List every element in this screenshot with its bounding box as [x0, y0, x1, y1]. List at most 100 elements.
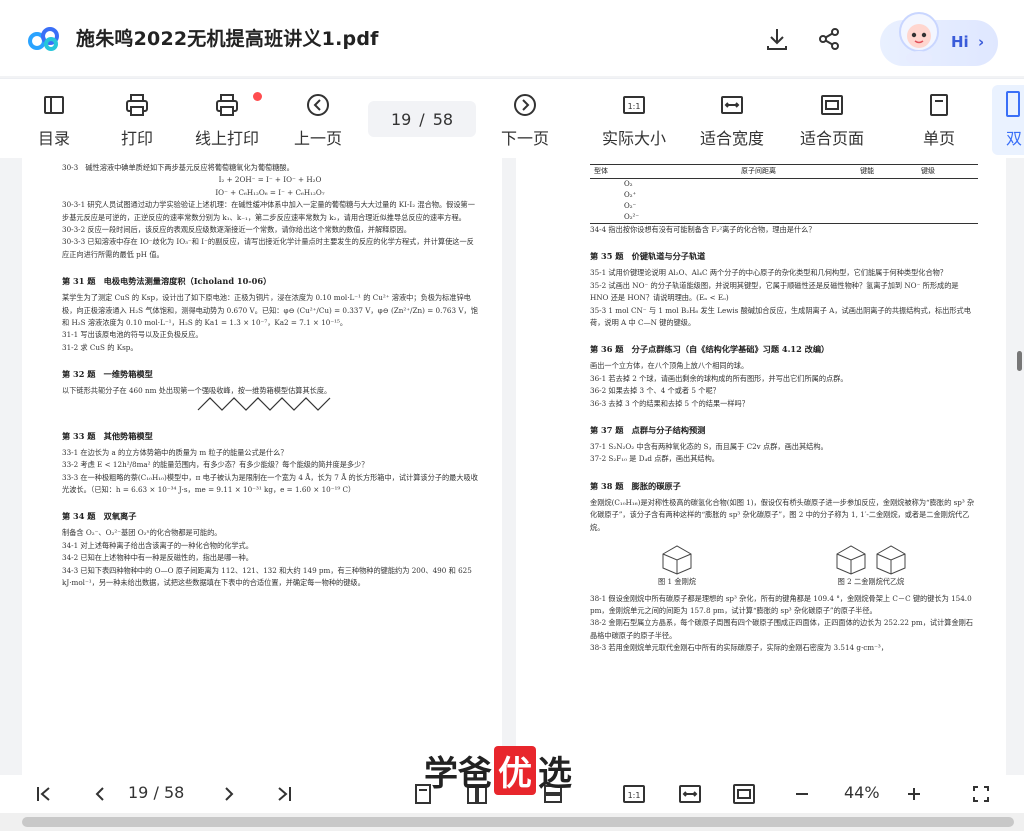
svg-text:1:1: 1:1	[628, 102, 641, 111]
right-paragraph: 38-3 若用金刚烷单元取代金刚石中所有的实际碳原子，实际的金刚石密度为 3.5…	[590, 643, 888, 653]
right-paragraph: 38-2 金刚石型属立方晶系，每个碳原子周围有四个碳原子围成正四面体，正四面体的…	[590, 618, 974, 640]
watermark-text-2: 选	[538, 753, 572, 794]
bond-table-cell-empty	[856, 201, 917, 212]
right-figure-caption: 图 1 金刚烷	[658, 577, 696, 587]
left-paragraph: 33-3 在一种极粗略的萘(C₁₀H₁₀)模型中，π 电子被认为是限制在一个宽为…	[62, 472, 478, 494]
bond-table-cell: O₂⁺	[624, 191, 637, 199]
bond-table-cell: O₂²⁻	[624, 213, 640, 221]
prev-page-small-button[interactable]	[86, 781, 114, 807]
share-button[interactable]	[814, 24, 844, 54]
bond-table-cell-empty	[856, 212, 917, 224]
bond-table-cell-empty	[856, 190, 917, 201]
right-page-content: 型体 原子间距离 键能 键级 O₂ O₂⁺ O₂⁻ O₂²⁻ 34-4 指出按你设想有没有可能制…	[516, 158, 1006, 655]
bond-table-row: O₂	[590, 179, 978, 191]
bond-table-header: 原子间距离	[740, 167, 776, 175]
print-label: 打印	[121, 129, 154, 148]
fit-width-small-button[interactable]	[676, 781, 704, 807]
prev-page-label: 上一页	[294, 129, 343, 148]
svg-text:1:1: 1:1	[628, 791, 641, 800]
bottom-current-page: 19	[128, 783, 149, 802]
toolbar: 目录 打印 线上打印 上一页 19 / 58 下一页 1:1 实际大小 适合宽度…	[0, 78, 1024, 158]
bottom-page-indicator[interactable]: 19 / 58	[128, 783, 184, 802]
diadamantane-structure-icon	[836, 545, 906, 575]
minus-icon	[796, 793, 808, 795]
next-page-button[interactable]: 下一页	[501, 91, 549, 151]
horizontal-scrollbar-thumb[interactable]	[22, 817, 1014, 827]
double-page-icon	[1006, 91, 1020, 117]
assistant-avatar	[899, 12, 939, 65]
document-viewer[interactable]: 30-3 碱性溶液中碘单质经如下两步基元反应将葡萄糖氧化为葡萄糖酸。 I₂ + 2…	[0, 158, 1024, 778]
fit-page-small-button[interactable]	[730, 781, 758, 807]
online-printer-icon	[216, 94, 238, 116]
first-page-button[interactable]	[30, 781, 58, 807]
bond-table-row: O₂⁻	[590, 201, 978, 212]
bond-table-cell: O₂	[624, 180, 633, 188]
horizontal-scrollbar[interactable]	[0, 813, 1024, 831]
prev-page-button[interactable]: 上一页	[294, 91, 342, 151]
left-heading: 第 33 题 其他势箱模型	[62, 430, 153, 441]
bond-table-header: 键能	[860, 167, 875, 175]
online-print-label: 线上打印	[195, 129, 260, 148]
right-paragraph: 35-3 1 mol CN⁻ 与 1 mol B₂H₆ 发生 Lewis 酸碱加…	[590, 305, 971, 328]
bond-table-cell-empty	[737, 201, 856, 212]
actual-size-small-icon: 1:1	[623, 785, 645, 803]
last-page-button[interactable]	[270, 781, 298, 807]
bond-table-row: O₂⁺	[590, 190, 978, 201]
download-button[interactable]	[762, 24, 792, 54]
next-page-small-button[interactable]	[215, 781, 243, 807]
right-figure: 图 2 二金刚烷代乙烷	[831, 542, 911, 588]
fullscreen-button[interactable]	[968, 781, 994, 807]
actual-size-label: 实际大小	[602, 129, 667, 148]
chevron-left-icon	[95, 787, 104, 801]
single-page-button[interactable]: 单页	[923, 91, 955, 151]
zoom-level[interactable]: 44%	[844, 783, 880, 802]
right-paragraph: 画出一个立方体，在八个顶角上放八个相同的球。	[590, 361, 749, 371]
right-heading: 第 36 题 分子点群练习（自《结构化学基础》习题 4.12 改编）	[590, 344, 830, 355]
current-page: 19	[390, 109, 412, 129]
chevron-left-circle-icon	[307, 94, 329, 116]
bond-table-cell-empty	[737, 190, 856, 201]
bond-table-header-row: 型体 原子间距离 键能 键级	[590, 164, 978, 179]
left-paragraph: 31-1 写出该原电池的符号以及正负极反应。	[62, 330, 203, 340]
zoom-in-button[interactable]	[902, 781, 926, 807]
left-heading: 第 32 题 一维势箱模型	[62, 369, 153, 380]
right-paragraph: 37-1 S₂N₂O₂ 中含有两种氧化态的 S，而且属于 C2v 点群，画出其结…	[590, 442, 828, 452]
notification-dot	[253, 92, 262, 101]
page-number-input[interactable]: 19 / 58	[368, 101, 476, 137]
print-button[interactable]: 打印	[121, 91, 153, 151]
left-paragraph: 34-1 对上述每种离子给出含该离子的一种化合物的化学式。	[62, 540, 253, 550]
bond-table-cell-empty	[917, 179, 978, 191]
left-heading: 第 34 题 双氧离子	[62, 511, 137, 522]
chevron-right-circle-icon	[514, 94, 536, 116]
watermark-badge: 优	[494, 745, 536, 795]
fit-width-button[interactable]: 适合宽度	[700, 91, 764, 151]
toc-icon	[44, 96, 64, 114]
right-paragraph: 35-2 试画出 NO⁻ 的分子轨道能级图，并说明其键型，它属于顺磁性还是反磁性…	[590, 280, 959, 303]
total-pages: 58	[432, 109, 454, 129]
fullscreen-icon	[973, 786, 989, 802]
actual-size-small-button[interactable]: 1:1	[620, 781, 648, 807]
left-paragraph: 制备含 O₂⁻、O₂²⁻基团 O₂ⁿ的化合物都是可能的。	[62, 528, 222, 538]
right-figure-caption: 图 2 二金刚烷代乙烷	[837, 577, 905, 587]
bond-table-row: O₂²⁻	[590, 212, 978, 224]
right-paragraph: 38-1 假设金刚烷中所有碳原子都是理想的 sp³ 杂化，所有的键角都是 109…	[590, 593, 972, 615]
toc-button[interactable]: 目录	[38, 91, 70, 151]
right-figures: 图 1 金刚烷 图 2 二金刚烷代乙烷	[590, 534, 978, 592]
bottom-total-pages: 58	[163, 783, 185, 802]
left-paragraph: 30-3-1 研究人员试图通过动力学实验验证上述机理：在碱性缓冲体系中加入一定量…	[62, 200, 475, 222]
zoom-out-button[interactable]	[790, 781, 814, 807]
online-print-button[interactable]: 线上打印	[195, 91, 259, 151]
bond-table-cell-empty	[917, 212, 978, 224]
fit-page-label: 适合页面	[800, 129, 865, 148]
left-paragraph: 30-3-2 反应一段时间后，该反应的表观反应级数逐渐接近一个常数，请你给出这个…	[62, 225, 411, 235]
double-page-button[interactable]: 双	[992, 85, 1024, 155]
right-paragraph: 36-2 如果去掉 3 个、4 个或者 5 个呢？	[590, 386, 720, 396]
share-icon	[819, 28, 839, 50]
actual-size-button[interactable]: 1:1 实际大小	[602, 91, 666, 151]
greeting-label: Hi ›	[951, 33, 984, 51]
pdf-page-right: 型体 原子间距离 键能 键级 O₂ O₂⁺ O₂⁻ O₂²⁻ 34-4 指出按你设想有没有可能制…	[516, 158, 1006, 778]
fit-page-button[interactable]: 适合页面	[800, 91, 864, 151]
right-paragraph: 金刚烷(C₁₀H₁₆)是对称性极高的碳氢化合物(如图 1)，假设仅有桥头碳原子进…	[590, 497, 975, 532]
vertical-scrollbar-thumb[interactable]	[1017, 351, 1022, 371]
left-heading: 第 31 题 电极电势法测量溶度积（Icholand 10-06）	[62, 276, 272, 287]
